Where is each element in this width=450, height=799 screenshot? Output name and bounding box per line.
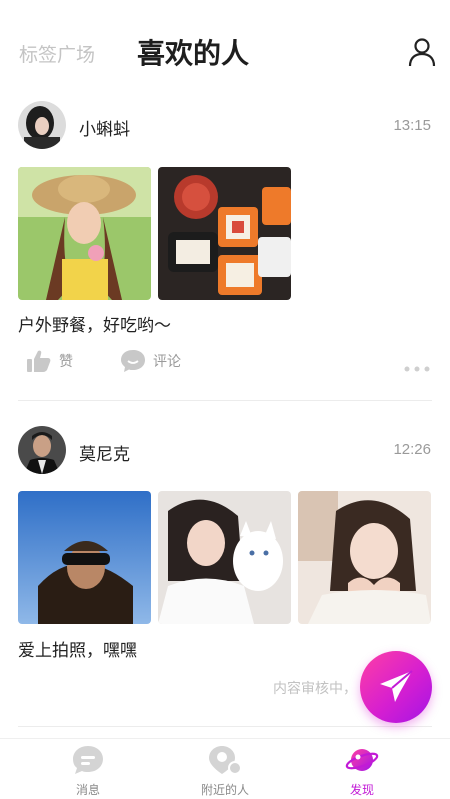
post-caption: 户外野餐，好吃哟～ bbox=[18, 316, 171, 336]
like-button[interactable]: 赞 bbox=[27, 350, 73, 372]
post-photo[interactable] bbox=[18, 491, 151, 624]
tab-nearby-label: 附近的人 bbox=[200, 783, 249, 797]
tab-liked-people[interactable]: 喜欢的人 bbox=[137, 32, 249, 72]
divider bbox=[18, 400, 432, 401]
post-username[interactable]: 莫尼克 bbox=[79, 440, 130, 465]
thumbs-up-icon bbox=[27, 350, 51, 372]
like-label: 赞 bbox=[59, 354, 73, 370]
publish-button[interactable] bbox=[360, 651, 432, 723]
divider bbox=[18, 726, 432, 727]
post-photo[interactable] bbox=[158, 167, 291, 300]
comment-label: 评论 bbox=[153, 354, 181, 370]
post-time: 12:26 bbox=[393, 441, 431, 458]
tab-tag-square[interactable]: 标签广场 bbox=[19, 40, 95, 67]
avatar[interactable] bbox=[18, 426, 66, 474]
message-icon bbox=[73, 746, 103, 774]
post-caption: 爱上拍照，嘿嘿 bbox=[18, 641, 137, 661]
bottom-tab-bar: 消息 附近的人 发现 bbox=[0, 738, 450, 799]
planet-icon bbox=[345, 749, 379, 771]
tab-discover[interactable]: 发现 bbox=[322, 745, 402, 798]
post-photo[interactable] bbox=[18, 167, 151, 300]
tab-messages-label: 消息 bbox=[75, 783, 100, 797]
user-icon[interactable] bbox=[406, 36, 438, 68]
location-icon bbox=[209, 746, 242, 775]
avatar[interactable] bbox=[18, 101, 66, 149]
more-icon[interactable] bbox=[404, 357, 430, 376]
post-photo[interactable] bbox=[158, 491, 291, 624]
comment-icon bbox=[121, 350, 145, 372]
comment-button[interactable]: 评论 bbox=[121, 350, 181, 372]
tab-nearby[interactable]: 附近的人 bbox=[185, 745, 265, 798]
tab-messages[interactable]: 消息 bbox=[48, 745, 128, 798]
post-username[interactable]: 小蝌蚪 bbox=[79, 115, 130, 140]
post-time: 13:15 bbox=[393, 117, 431, 134]
tab-discover-label: 发现 bbox=[349, 783, 374, 797]
post-photo[interactable] bbox=[298, 491, 431, 624]
top-header: 标签广场 喜欢的人 bbox=[0, 0, 450, 100]
paper-plane-icon bbox=[380, 670, 413, 702]
review-status: 内容审核中， bbox=[273, 681, 357, 697]
